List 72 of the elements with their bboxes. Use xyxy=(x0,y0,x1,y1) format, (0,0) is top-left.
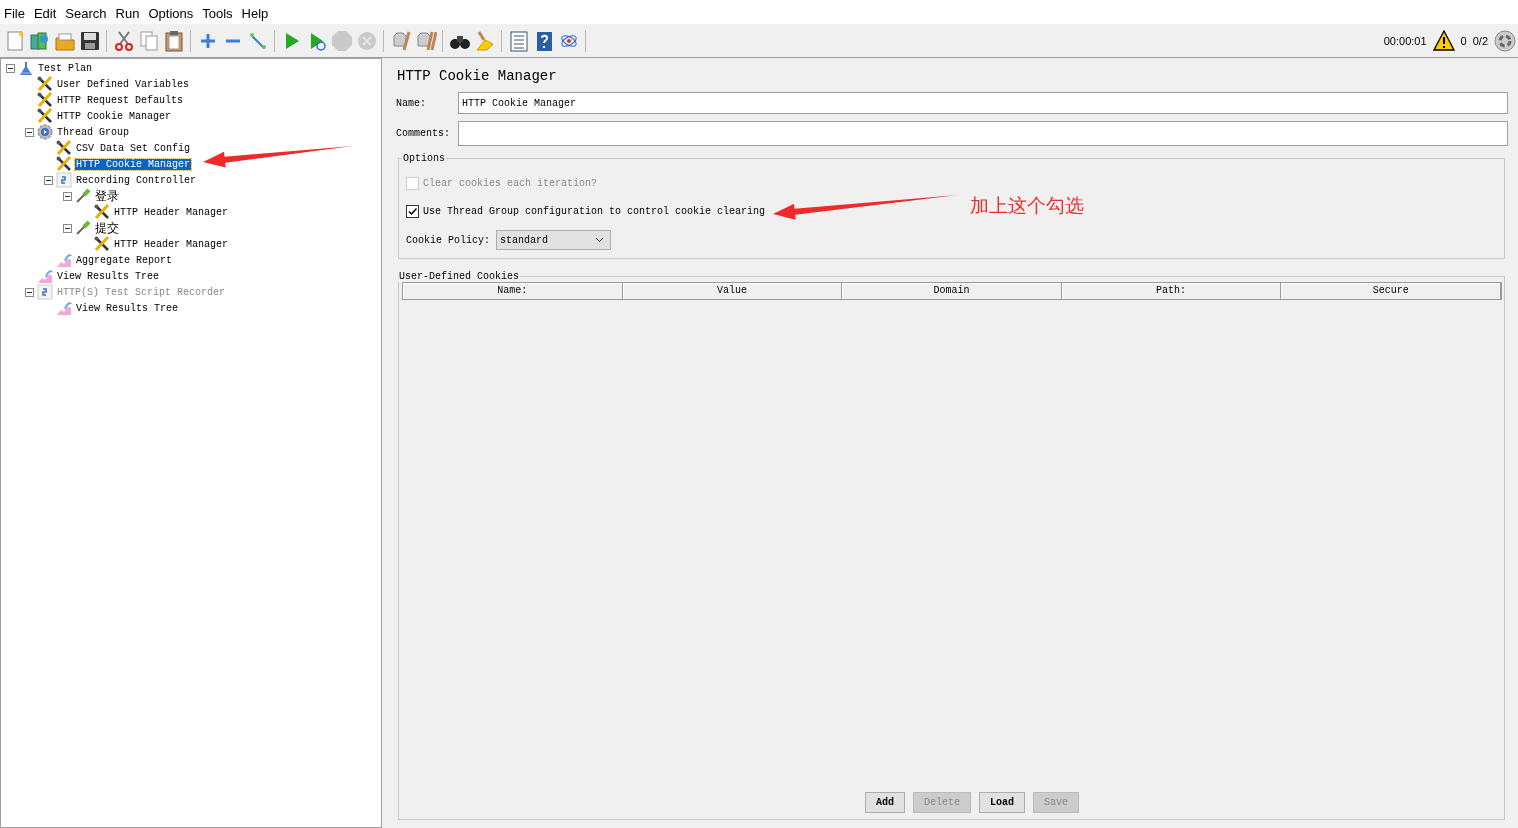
policy-dropdown[interactable]: standard xyxy=(496,230,611,250)
menu-item[interactable]: Tools xyxy=(201,3,237,21)
wrench-screwdriver-icon xyxy=(56,140,72,156)
controller-icon xyxy=(37,284,53,300)
chart-icon xyxy=(56,252,72,268)
tree-item[interactable]: HTTP Request Defaults xyxy=(56,94,185,106)
remote-status-icon xyxy=(1494,29,1516,52)
action-button[interactable]: Add xyxy=(864,792,905,813)
collapse-toggle[interactable] xyxy=(44,175,53,185)
warning-icon[interactable] xyxy=(1432,30,1455,51)
field-label: Comments: xyxy=(396,128,451,139)
thread-count: 0/2 xyxy=(1472,34,1488,47)
wrench-screwdriver-icon xyxy=(94,236,110,252)
controller-icon xyxy=(56,172,72,188)
clipboard-icon[interactable] xyxy=(163,29,185,52)
menu-item[interactable]: Edit xyxy=(32,3,61,21)
new-file-icon[interactable] xyxy=(4,29,26,52)
tree-item[interactable]: Test Plan xyxy=(37,62,93,74)
checkbox-label: Clear cookies each iteration? xyxy=(423,177,598,189)
panel-title: HTTP Cookie Manager xyxy=(397,68,558,84)
annotation-note: 加上这个勾选 xyxy=(970,193,1084,218)
field-label: Name: xyxy=(396,97,427,109)
list-icon[interactable] xyxy=(508,29,530,52)
menu-item[interactable]: Run xyxy=(114,3,144,21)
flask-icon xyxy=(18,60,34,76)
comments-field[interactable] xyxy=(458,121,1508,146)
elapsed-time: 00:00:01 xyxy=(1383,34,1427,47)
panel-legend: Options xyxy=(402,153,446,164)
wrench-screwdriver-icon xyxy=(37,76,53,92)
tree-item[interactable]: HTTP Header Manager xyxy=(113,206,230,218)
chart-icon xyxy=(37,268,53,284)
collapse-toggle[interactable] xyxy=(6,63,15,73)
menu-item[interactable]: Options xyxy=(147,3,198,21)
tree-item[interactable]: HTTP Header Manager xyxy=(113,238,230,250)
tree-item[interactable]: User Defined Variables xyxy=(56,78,191,90)
field-label: Cookie Policy: xyxy=(406,234,490,246)
action-button[interactable]: Load xyxy=(979,792,1025,813)
chevron-down-icon xyxy=(595,237,604,243)
tree-item[interactable]: CSV Data Set Config xyxy=(75,142,192,154)
warning-count: 0 xyxy=(1460,34,1467,47)
wrench-screwdriver-icon xyxy=(37,92,53,108)
column-header[interactable]: Secure xyxy=(1281,283,1501,299)
tree-item[interactable]: 提交 xyxy=(94,219,120,237)
column-header[interactable]: Value xyxy=(622,283,843,299)
collapse-toggle[interactable] xyxy=(25,127,34,137)
pipette-icon xyxy=(75,188,91,204)
checkbox-label: Use Thread Group configuration to control cookie clearing xyxy=(423,205,766,217)
chart-icon xyxy=(56,300,72,316)
pipette-icon xyxy=(75,220,91,236)
panel-legend: User-Defined Cookies xyxy=(398,271,521,282)
tree-item[interactable]: View Results Tree xyxy=(56,270,161,282)
menu-item[interactable]: File xyxy=(3,3,29,21)
tree-item[interactable]: Aggregate Report xyxy=(75,254,173,266)
gear-icon xyxy=(37,124,53,140)
name-field[interactable]: HTTP Cookie Manager xyxy=(458,92,1508,114)
tree-item[interactable]: 登录 xyxy=(94,187,120,205)
scissors-icon[interactable] xyxy=(113,29,135,52)
tree-item[interactable]: Thread Group xyxy=(56,126,130,138)
column-header[interactable]: Path: xyxy=(1061,283,1282,299)
wrench-screwdriver-icon xyxy=(94,204,110,220)
checkbox[interactable] xyxy=(406,204,419,218)
column-header[interactable]: Domain xyxy=(842,283,1062,299)
menu-item[interactable]: Search xyxy=(64,3,111,21)
collapse-toggle[interactable] xyxy=(63,191,72,201)
menu-item[interactable]: Help xyxy=(240,3,273,21)
tree-item[interactable]: HTTP Cookie Manager xyxy=(75,158,192,170)
tree-item[interactable]: Recording Controller xyxy=(75,174,198,186)
collapse-toggle[interactable] xyxy=(63,223,72,233)
column-header[interactable]: Name: xyxy=(403,283,623,299)
books-icon[interactable] xyxy=(29,29,51,52)
wrench-screwdriver-icon xyxy=(37,108,53,124)
tree-item[interactable]: HTTP Cookie Manager xyxy=(56,110,173,122)
